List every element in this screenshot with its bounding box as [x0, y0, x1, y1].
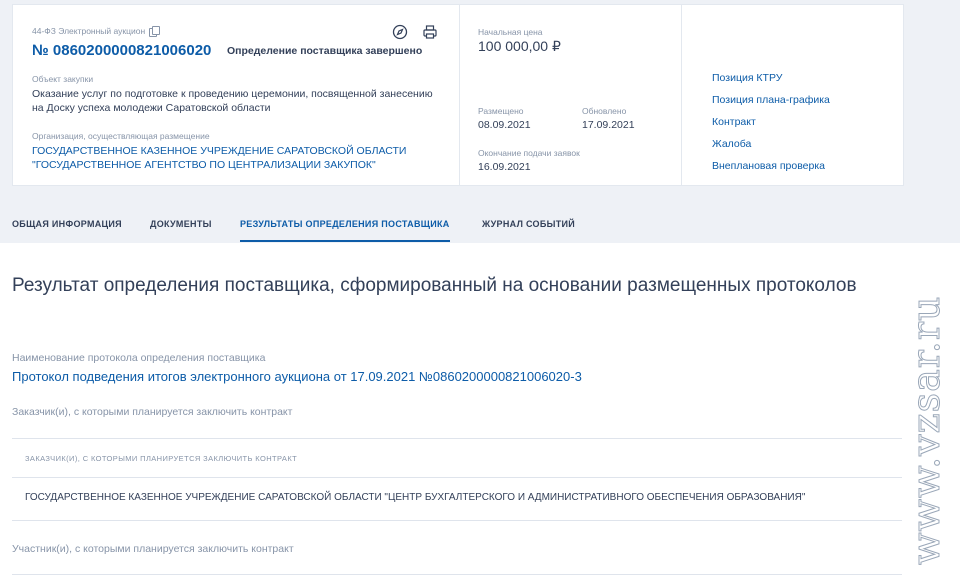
link-unscheduled-inspection[interactable]: Внеплановая проверка: [712, 160, 825, 172]
registry-number[interactable]: № 0860200000821006020: [32, 42, 211, 59]
table-divider: [12, 574, 902, 575]
table-row: ГОСУДАРСТВЕННОЕ КАЗЕННОЕ УЧРЕЖДЕНИЕ САРА…: [25, 492, 806, 503]
tab-bar: ОБЩАЯ ИНФОРМАЦИЯ ДОКУМЕНТЫ РЕЗУЛЬТАТЫ ОП…: [0, 207, 960, 243]
initial-price-label: Начальная цена: [478, 27, 543, 37]
procurement-type-label: 44-ФЗ Электронный аукцион: [32, 26, 146, 36]
table-header-customers: ЗАКАЗЧИК(И), С КОТОРЫМИ ПЛАНИРУЕТСЯ ЗАКЛ…: [25, 454, 298, 463]
table-divider: [12, 477, 902, 478]
print-icon[interactable]: [422, 24, 438, 40]
related-links-column: Позиция КТРУ Позиция плана-графика Контр…: [681, 5, 905, 185]
table-divider: [12, 520, 902, 521]
link-plan-schedule-position[interactable]: Позиция плана-графика: [712, 94, 830, 106]
updated-label: Обновлено: [582, 106, 627, 116]
initial-price-value: 100 000,00 ₽: [478, 38, 561, 54]
link-complaint[interactable]: Жалоба: [712, 138, 751, 150]
organization-link[interactable]: ГОСУДАРСТВЕННОЕ КАЗЕННОЕ УЧРЕЖДЕНИЕ САРА…: [32, 144, 442, 172]
participants-label: Участник(и), с которыми планируется закл…: [12, 543, 294, 555]
table-divider: [12, 438, 902, 439]
price-dates-column: Начальная цена 100 000,00 ₽ Размещено 08…: [459, 5, 681, 185]
customers-label: Заказчик(и), с которыми планируется закл…: [12, 406, 293, 418]
placed-label: Размещено: [478, 106, 524, 116]
procurement-status: Определение поставщика завершено: [227, 45, 423, 57]
compass-icon[interactable]: [392, 24, 408, 40]
tab-general-info[interactable]: ОБЩАЯ ИНФОРМАЦИЯ: [12, 219, 122, 240]
page-title: Результат определения поставщика, сформи…: [12, 275, 857, 296]
tab-event-log[interactable]: ЖУРНАЛ СОБЫТИЙ: [482, 219, 575, 240]
object-label: Объект закупки: [32, 74, 94, 84]
updated-value: 17.09.2021: [582, 119, 635, 131]
procurement-main-info: 44-ФЗ Электронный аукцион № 086020000082…: [13, 5, 459, 185]
procurement-card: 44-ФЗ Электронный аукцион № 086020000082…: [12, 4, 904, 186]
deadline-label: Окончание подачи заявок: [478, 148, 580, 158]
protocol-link[interactable]: Протокол подведения итогов электронного …: [12, 369, 582, 384]
tab-documents[interactable]: ДОКУМЕНТЫ: [150, 219, 212, 240]
placed-value: 08.09.2021: [478, 119, 531, 131]
copy-icon[interactable]: [149, 26, 161, 37]
protocol-label: Наименование протокола определения поста…: [12, 352, 266, 364]
tab-supplier-results[interactable]: РЕЗУЛЬТАТЫ ОПРЕДЕЛЕНИЯ ПОСТАВЩИКА: [240, 219, 450, 242]
link-ktru-position[interactable]: Позиция КТРУ: [712, 72, 782, 84]
deadline-value: 16.09.2021: [478, 161, 531, 173]
svg-text:www.vzsar.ru: www.vzsar.ru: [906, 295, 948, 565]
organization-label: Организация, осуществляющая размещение: [32, 131, 210, 141]
procurement-type: 44-ФЗ Электронный аукцион: [32, 26, 161, 37]
object-value: Оказание услуг по подготовке к проведени…: [32, 88, 433, 114]
watermark-logo: www.vzsar.ru: [906, 295, 949, 566]
link-contract[interactable]: Контракт: [712, 116, 756, 128]
